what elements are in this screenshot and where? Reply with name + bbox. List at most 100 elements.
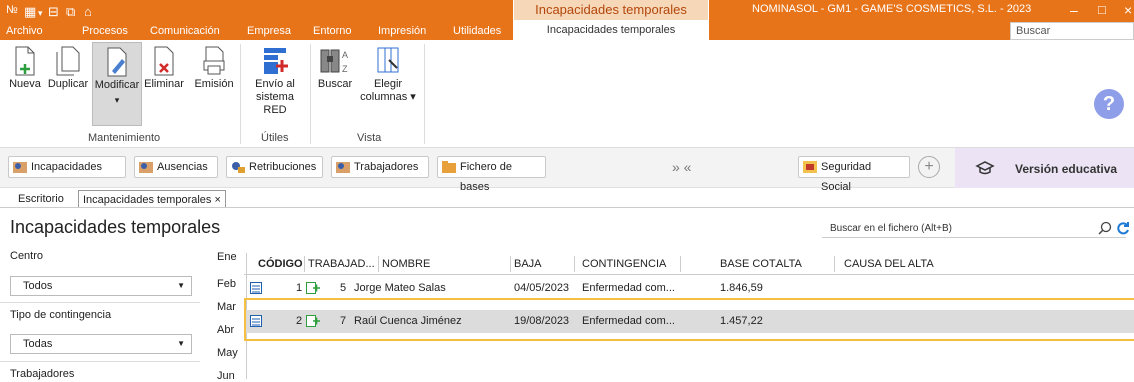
nueva-button[interactable]: Nueva <box>8 46 42 90</box>
new-icon[interactable]: ⌂ <box>84 4 92 19</box>
seguridad-social-button[interactable]: Seguridad Social <box>798 156 910 193</box>
elegir-label-2: columnas ▾ <box>360 91 416 103</box>
copy-icon[interactable]: ⧉ <box>66 4 75 20</box>
retribuciones-button[interactable]: Retribuciones <box>226 156 323 178</box>
col-base-cot[interactable]: BASE COT. <box>720 253 777 275</box>
elegir-label-1: Elegir <box>373 78 403 90</box>
calendar-people-icon <box>139 162 153 173</box>
nominasol-icon[interactable]: № <box>6 4 18 16</box>
filter-divider <box>0 302 200 303</box>
buscar-button[interactable]: AZ Buscar <box>314 46 356 90</box>
help-icon[interactable]: ? <box>1094 89 1124 119</box>
menu-empresa[interactable]: Empresa <box>247 22 291 40</box>
month-may[interactable]: May <box>217 347 238 359</box>
buscar-label: Buscar <box>317 78 353 90</box>
contingencia-select[interactable]: Todas ▼ <box>10 334 192 354</box>
trabajadores-filter-label: Trabajadores <box>10 368 75 380</box>
maximize-button[interactable]: □ <box>1098 2 1106 17</box>
people-icon <box>13 162 27 173</box>
cell-contingencia: Enfermedad com... <box>582 282 675 294</box>
col-baja[interactable]: BAJA <box>514 253 542 275</box>
trabajadores-button[interactable]: Trabajadores <box>331 156 429 178</box>
month-abr[interactable]: Abr <box>217 324 234 336</box>
chevron-down-icon: ▼ <box>177 339 185 348</box>
month-ene[interactable]: Ene <box>217 251 237 263</box>
col-alta[interactable]: ALTA <box>776 253 802 275</box>
nav-arrows[interactable]: » « <box>672 159 691 175</box>
col-causa-alta[interactable]: CAUSA DEL ALTA <box>844 253 934 275</box>
centro-value: Todos <box>23 280 53 292</box>
svg-text:A: A <box>342 50 348 60</box>
tab-escritorio[interactable]: Escritorio <box>14 190 68 208</box>
file-search-input[interactable]: Buscar en el fichero (Alt+B) <box>822 220 1126 238</box>
add-icon[interactable]: + <box>918 156 940 178</box>
emision-button[interactable]: Emisión <box>192 46 236 90</box>
selection-outline <box>244 298 1134 341</box>
col-trabajador[interactable]: TRABAJAD... <box>308 253 375 275</box>
chevron-down-icon: ▾ <box>114 95 120 105</box>
menu-procesos[interactable]: Procesos <box>82 22 128 40</box>
grid-icon[interactable]: ▦ <box>24 4 36 20</box>
centro-select[interactable]: Todos ▼ <box>10 276 192 296</box>
ribbon: Nueva Duplicar Modificar ▾ Eliminar Emis… <box>0 40 1134 148</box>
month-feb[interactable]: Feb <box>217 278 236 290</box>
menu-comunicacion[interactable]: Comunicación <box>150 22 220 40</box>
group-label-utiles: Útiles <box>261 132 289 144</box>
col-contingencia[interactable]: CONTINGENCIA <box>582 253 666 275</box>
envio-sistema-red-button[interactable]: Envío al sistema RED <box>244 46 306 117</box>
nueva-label: Nueva <box>9 78 41 90</box>
group-separator <box>310 44 311 144</box>
search-input[interactable]: Buscar <box>1010 22 1134 40</box>
group-separator <box>424 44 425 144</box>
month-mar[interactable]: Mar <box>217 301 236 313</box>
menu-utilidades[interactable]: Utilidades <box>453 22 501 40</box>
edit-document-icon <box>107 47 127 77</box>
worker-link-icon <box>306 282 320 294</box>
columns-icon <box>377 47 399 73</box>
group-label-vista: Vista <box>357 132 382 144</box>
tab-divider <box>0 207 1134 208</box>
refresh-icon[interactable] <box>1116 221 1130 235</box>
contingencia-value: Todas <box>23 338 53 350</box>
col-sep <box>680 256 681 272</box>
envio-label-2: sistema RED <box>256 91 294 116</box>
graduation-cap-icon <box>975 161 995 175</box>
ausencias-button[interactable]: Ausencias <box>134 156 218 178</box>
col-sep <box>834 256 835 272</box>
menu-impresion[interactable]: Impresión <box>378 22 426 40</box>
duplicar-button[interactable]: Duplicar <box>46 46 90 90</box>
version-educativa-label: Versión educativa <box>1015 162 1118 176</box>
eliminar-button[interactable]: Eliminar <box>144 46 184 90</box>
modificar-label: Modificar <box>94 79 140 91</box>
search-icon[interactable] <box>1098 221 1112 235</box>
money-people-icon <box>232 162 245 173</box>
menu-archivo[interactable]: Archivo <box>6 22 43 40</box>
group-separator <box>240 44 241 144</box>
tab-incapacidades-temporales[interactable]: Incapacidades temporales <box>513 20 709 40</box>
centro-label: Centro <box>10 250 44 262</box>
month-jun[interactable]: Jun <box>217 370 235 382</box>
tab-incapacidades-temporales-doc[interactable]: Incapacidades temporales × <box>78 190 226 208</box>
dropdown-icon[interactable]: ▾ <box>38 8 43 19</box>
duplicate-icon <box>56 46 80 76</box>
col-sep <box>574 256 575 272</box>
elegir-columnas-button[interactable]: Elegir columnas ▾ <box>360 46 416 104</box>
modificar-button[interactable]: Modificar ▾ <box>92 42 142 126</box>
delete-document-icon <box>154 46 174 76</box>
table-row[interactable]: 1 5 Jorge Mateo Salas 04/05/2023 Enferme… <box>244 277 1134 299</box>
cell-baja: 04/05/2023 <box>514 282 570 294</box>
fichero-bases-button[interactable]: Fichero de bases <box>437 156 546 193</box>
menu-entorno[interactable]: Entorno <box>313 22 352 40</box>
col-nombre[interactable]: NOMBRE <box>382 253 430 275</box>
col-sep <box>304 256 305 272</box>
emision-label: Emisión <box>194 78 234 90</box>
minimize-button[interactable]: – <box>1070 2 1078 18</box>
red-system-icon <box>264 48 288 74</box>
retribuciones-label: Retribuciones <box>249 161 317 173</box>
col-codigo[interactable]: CÓDIGO <box>258 253 303 275</box>
save-icon[interactable]: ⊟ <box>48 4 59 20</box>
app-title: NOMINASOL - GM1 - GAME'S COSMETICS, S.L.… <box>752 3 1032 15</box>
incapacidades-button[interactable]: Incapacidades <box>8 156 126 178</box>
folder-icon <box>442 161 456 173</box>
close-button[interactable]: × <box>1124 2 1132 18</box>
